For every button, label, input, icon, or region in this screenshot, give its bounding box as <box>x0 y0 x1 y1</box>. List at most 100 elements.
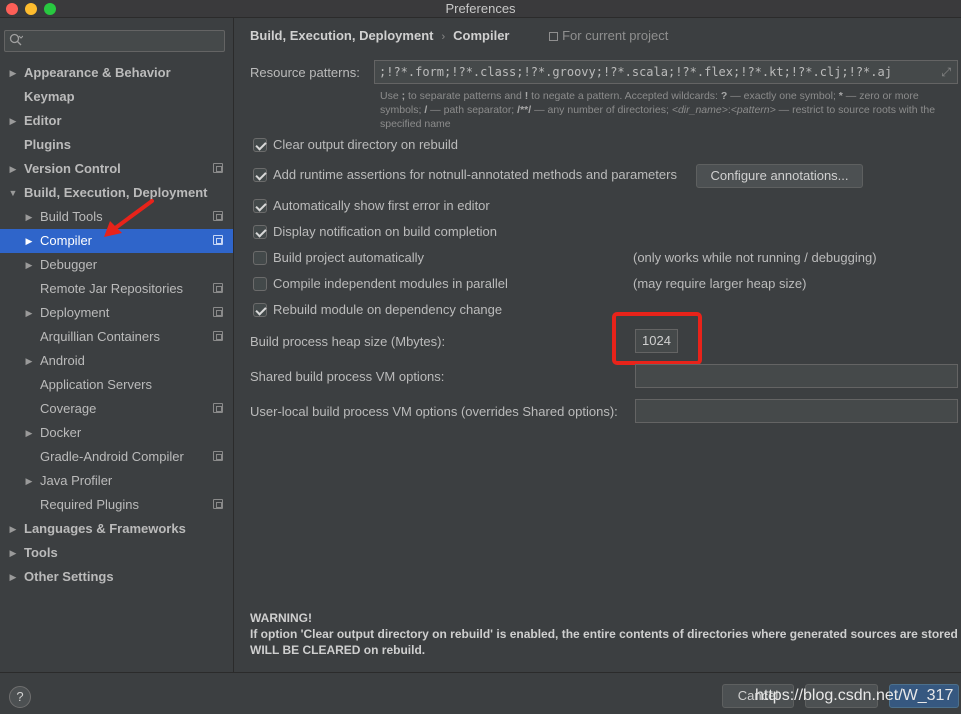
chevron-right-icon[interactable]: ▶ <box>24 301 34 325</box>
sidebar-item-label: Other Settings <box>24 569 114 584</box>
settings-sidebar: ▶ Appearance & Behavior Keymap ▶ Editor Plugi… <box>0 18 234 672</box>
expand-icon[interactable]: ⤢ <box>941 61 951 83</box>
sidebar-item-arquillian-containers[interactable]: Arquillian Containers <box>0 325 233 349</box>
breadcrumb: Build, Execution, Deployment › Compiler Fo… <box>250 28 668 44</box>
minimize-window-button[interactable] <box>25 3 37 15</box>
runtime-assertions-label: Add runtime assertions for notnull-annot… <box>273 167 677 182</box>
chevron-right-icon[interactable]: ▶ <box>24 421 34 445</box>
runtime-assertions-checkbox[interactable] <box>253 168 267 182</box>
settings-tree: ▶ Appearance & Behavior Keymap ▶ Editor Plugi… <box>0 61 233 589</box>
search-icon <box>9 33 24 50</box>
sidebar-item-label: Docker <box>40 425 82 440</box>
clear-output-label: Clear output directory on rebuild <box>273 137 458 152</box>
sidebar-item-appearance-behavior[interactable]: ▶ Appearance & Behavior <box>0 61 233 85</box>
sidebar-item-deployment[interactable]: ▶ Deployment <box>0 301 233 325</box>
breadcrumb-current: Compiler <box>453 28 510 43</box>
heap-size-highlight-annotation <box>612 312 702 365</box>
settings-search[interactable] <box>4 30 225 52</box>
sidebar-item-editor[interactable]: ▶ Editor <box>0 109 233 133</box>
chevron-right-icon[interactable]: ▶ <box>8 61 18 85</box>
build-automatically-checkbox[interactable] <box>253 251 267 265</box>
show-first-error-checkbox[interactable] <box>253 199 267 213</box>
display-notification-label: Display notification on build completion <box>273 224 498 239</box>
sidebar-item-required-plugins[interactable]: Required Plugins <box>0 493 233 517</box>
sidebar-item-label: Gradle-Android Compiler <box>40 449 184 464</box>
watermark-text: https://blog.csdn.net/W_317 <box>755 687 954 704</box>
title-bar: Preferences <box>0 0 961 18</box>
display-notification-checkbox[interactable] <box>253 225 267 239</box>
compile-parallel-checkbox[interactable] <box>253 277 267 291</box>
sidebar-item-version-control[interactable]: ▶ Version Control <box>0 157 233 181</box>
chevron-right-icon[interactable]: ▶ <box>24 205 34 229</box>
sidebar-item-label: Required Plugins <box>40 497 140 512</box>
resource-patterns-hint: Use ; to separate patterns and ! to nega… <box>380 90 936 130</box>
help-button[interactable]: ? <box>9 686 31 708</box>
project-scope-text: For current project <box>562 28 669 43</box>
sidebar-item-remote-jar-repositories[interactable]: Remote Jar Repositories <box>0 277 233 301</box>
close-window-button[interactable] <box>6 3 18 15</box>
sidebar-item-label: Coverage <box>40 401 97 416</box>
chevron-right-icon[interactable]: ▶ <box>24 349 34 373</box>
project-level-icon <box>213 451 223 461</box>
sidebar-item-label: Debugger <box>40 257 98 272</box>
sidebar-item-gradle-android-compiler[interactable]: Gradle-Android Compiler <box>0 445 233 469</box>
breadcrumb-parent[interactable]: Build, Execution, Deployment <box>250 28 433 43</box>
resource-patterns-field[interactable]: ;!?*.form;!?*.class;!?*.groovy;!?*.scala… <box>374 60 958 84</box>
project-level-icon <box>213 235 223 245</box>
sidebar-item-label: Java Profiler <box>40 473 113 488</box>
chevron-right-icon[interactable]: ▶ <box>24 229 34 253</box>
show-first-error-label: Automatically show first error in editor <box>273 198 490 213</box>
sidebar-item-application-servers[interactable]: Application Servers <box>0 373 233 397</box>
chevron-right-icon[interactable]: ▶ <box>8 541 18 565</box>
warning-message: WARNING! If option 'Clear output directo… <box>250 610 960 658</box>
compile-parallel-label: Compile independent modules in parallel <box>273 276 508 291</box>
warning-text: If option 'Clear output directory on reb… <box>250 627 958 657</box>
sidebar-item-tools[interactable]: ▶ Tools <box>0 541 233 565</box>
chevron-down-icon[interactable]: ▼ <box>8 181 18 205</box>
sidebar-item-label: Compiler <box>40 233 93 248</box>
project-level-icon <box>213 499 223 509</box>
heap-size-label: Build process heap size (Mbytes): <box>250 334 446 349</box>
sidebar-item-docker[interactable]: ▶ Docker <box>0 421 233 445</box>
resource-patterns-label: Resource patterns: <box>250 65 360 80</box>
project-level-icon <box>213 403 223 413</box>
project-level-icon <box>213 283 223 293</box>
project-scope-icon <box>549 32 559 41</box>
sidebar-item-label: Build Tools <box>40 209 103 224</box>
chevron-right-icon[interactable]: ▶ <box>8 565 18 589</box>
build-automatically-note: (only works while not running / debuggin… <box>633 250 877 265</box>
chevron-right-icon[interactable]: ▶ <box>24 469 34 493</box>
search-input[interactable] <box>27 32 221 50</box>
sidebar-item-android[interactable]: ▶ Android <box>0 349 233 373</box>
shared-vm-options-input[interactable] <box>635 364 958 388</box>
breadcrumb-separator: › <box>441 31 446 43</box>
sidebar-item-keymap[interactable]: Keymap <box>0 85 233 109</box>
sidebar-item-java-profiler[interactable]: ▶ Java Profiler <box>0 469 233 493</box>
user-vm-options-input[interactable] <box>635 399 958 423</box>
project-level-icon <box>213 211 223 221</box>
red-arrow-annotation <box>104 199 154 237</box>
rebuild-module-checkbox[interactable] <box>253 303 267 317</box>
sidebar-item-label: Application Servers <box>40 377 152 392</box>
sidebar-item-label: Plugins <box>24 137 71 152</box>
resource-patterns-value: ;!?*.form;!?*.class;!?*.groovy;!?*.scala… <box>379 65 892 79</box>
configure-annotations-button[interactable]: Configure annotations... <box>696 164 863 188</box>
sidebar-item-label: Editor <box>24 113 62 128</box>
sidebar-item-label: Tools <box>24 545 58 560</box>
sidebar-item-plugins[interactable]: Plugins <box>0 133 233 157</box>
chevron-right-icon[interactable]: ▶ <box>8 517 18 541</box>
chevron-right-icon[interactable]: ▶ <box>24 253 34 277</box>
sidebar-item-label: Version Control <box>24 161 121 176</box>
sidebar-item-coverage[interactable]: Coverage <box>0 397 233 421</box>
chevron-right-icon[interactable]: ▶ <box>8 157 18 181</box>
zoom-window-button[interactable] <box>44 3 56 15</box>
window-title: Preferences <box>445 1 516 16</box>
sidebar-item-languages-frameworks[interactable]: ▶ Languages & Frameworks <box>0 517 233 541</box>
compile-parallel-note: (may require larger heap size) <box>633 276 807 291</box>
sidebar-item-other-settings[interactable]: ▶ Other Settings <box>0 565 233 589</box>
chevron-right-icon[interactable]: ▶ <box>8 109 18 133</box>
settings-content: Build, Execution, Deployment › Compiler Fo… <box>235 18 961 672</box>
clear-output-checkbox[interactable] <box>253 138 267 152</box>
project-level-icon <box>213 307 223 317</box>
sidebar-item-debugger[interactable]: ▶ Debugger <box>0 253 233 277</box>
